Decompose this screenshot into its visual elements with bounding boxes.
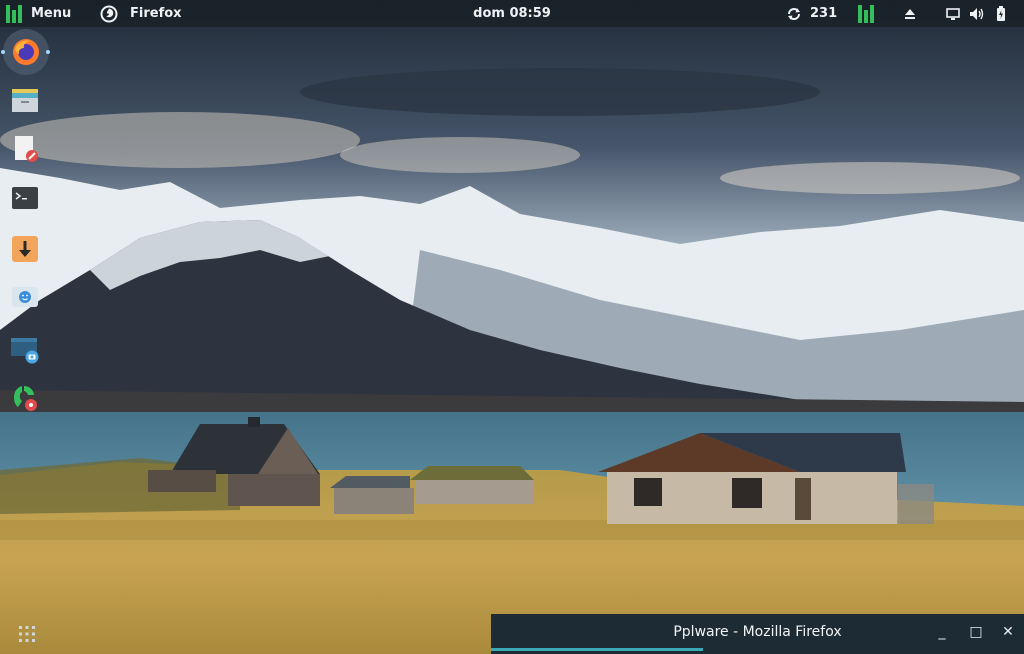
dock-item-screenshot[interactable] [10,335,40,365]
running-indicator [1,50,5,54]
app-grid-icon[interactable] [18,625,36,643]
updates-count: 231 [810,6,838,21]
maximize-button[interactable]: □ [967,623,985,641]
battery-indicator[interactable] [996,0,1006,27]
firefox-icon [100,5,118,22]
desktop-wallpaper [0,0,1024,654]
terminal-icon [12,187,38,209]
dock-item-downloader[interactable] [10,234,40,264]
volume-button[interactable] [969,0,985,27]
software-center-icon [12,287,38,307]
clock[interactable]: dom 08:59 [472,0,552,27]
update-sync-icon [788,7,800,20]
file-manager-icon [12,89,38,112]
dock-item-text-editor[interactable] [10,134,40,164]
manjaro-logo-icon [858,4,874,23]
dock-item-terminal[interactable] [10,183,40,213]
close-icon: ✕ [1002,624,1014,640]
firefox-icon [13,39,39,65]
close-button[interactable]: ✕ [999,623,1017,641]
eject-button[interactable] [903,0,917,27]
active-task-label: Firefox [130,6,182,21]
dock-item-file-manager[interactable] [10,85,40,115]
speaker-icon [970,7,984,20]
maximize-icon: □ [969,624,983,640]
dock-item-software-center[interactable] [10,282,40,312]
dock [0,27,52,427]
minimize-button[interactable]: _ [933,623,951,641]
updates-indicator[interactable]: 231 [786,0,837,27]
firefox-window-bar[interactable]: Pplware - Mozilla Firefox _ □ ✕ [491,614,1024,654]
settings-manager-icon [14,386,37,411]
dock-item-firefox[interactable] [3,29,49,75]
eject-icon [905,8,915,19]
manjaro-logo-icon [6,4,22,23]
display-icon [946,7,960,20]
screenshot-icon [11,338,39,364]
minimize-icon: _ [938,624,946,640]
dock-item-settings-manager[interactable] [10,383,40,413]
menu-label: Menu [31,6,72,21]
manjaro-settings-tray[interactable] [858,0,874,27]
top-panel: Menu Firefox dom 08:59 231 [0,0,1024,27]
menu-button[interactable]: Menu [6,0,71,27]
text-editor-icon [15,136,38,162]
download-icon [12,236,38,262]
display-button[interactable] [946,0,960,27]
window-progress-bar [491,648,703,651]
running-indicator [46,50,50,54]
battery-icon [997,5,1005,21]
firefox-task-button[interactable]: Firefox [100,0,182,27]
